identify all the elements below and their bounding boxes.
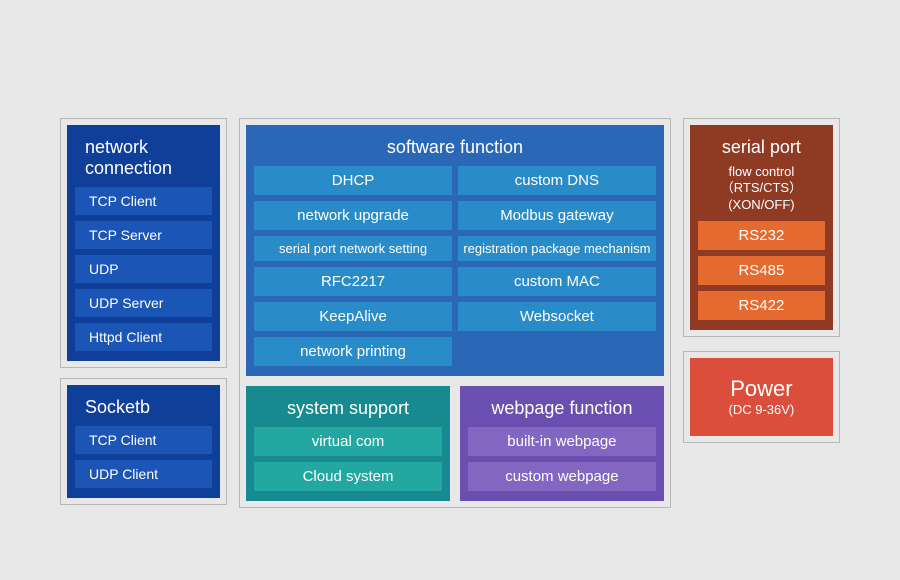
socketb-panel: Socketb TCP Client UDP Client: [67, 385, 220, 498]
system-item: virtual com: [254, 427, 442, 456]
serial-item: RS485: [698, 256, 825, 285]
power-panel: Power (DC 9-36V): [690, 358, 833, 436]
middle-column: software function DHCP custom DNS networ…: [239, 118, 671, 508]
network-panel: network connection TCP Client TCP Server…: [67, 125, 220, 361]
software-panel: software function DHCP custom DNS networ…: [246, 125, 664, 376]
system-item: Cloud system: [254, 462, 442, 491]
system-panel: system support virtual com Cloud system: [246, 386, 450, 501]
software-item: KeepAlive: [254, 302, 452, 331]
serial-frame: serial port flow control（RTS/CTS）(XON/OF…: [683, 118, 840, 337]
webpage-item: custom webpage: [468, 462, 656, 491]
webpage-item: built-in webpage: [468, 427, 656, 456]
diagram-stage: network connection TCP Client TCP Server…: [60, 118, 840, 508]
socketb-item: TCP Client: [75, 426, 212, 454]
network-frame: network connection TCP Client TCP Server…: [60, 118, 227, 368]
serial-item: RS232: [698, 221, 825, 250]
webpage-title: webpage function: [468, 394, 656, 421]
network-item: TCP Server: [75, 221, 212, 249]
software-item: serial port network setting: [254, 236, 452, 261]
serial-item: RS422: [698, 291, 825, 320]
socketb-item: UDP Client: [75, 460, 212, 488]
software-item: custom DNS: [458, 166, 656, 195]
network-item: TCP Client: [75, 187, 212, 215]
system-title: system support: [254, 394, 442, 421]
software-item: Modbus gateway: [458, 201, 656, 230]
socketb-frame: Socketb TCP Client UDP Client: [60, 378, 227, 505]
software-item: registration package mechanism: [458, 236, 656, 261]
software-title: software function: [254, 133, 656, 160]
serial-panel: serial port flow control（RTS/CTS）(XON/OF…: [690, 125, 833, 330]
network-item: Httpd Client: [75, 323, 212, 351]
webpage-panel: webpage function built-in webpage custom…: [460, 386, 664, 501]
middle-frame: software function DHCP custom DNS networ…: [239, 118, 671, 508]
software-item: Websocket: [458, 302, 656, 331]
software-item: network upgrade: [254, 201, 452, 230]
software-item: network printing: [254, 337, 452, 366]
socketb-title: Socketb: [75, 393, 212, 420]
software-item: custom MAC: [458, 267, 656, 296]
serial-title: serial port: [698, 133, 825, 160]
right-column: serial port flow control（RTS/CTS）(XON/OF…: [683, 118, 840, 443]
left-column: network connection TCP Client TCP Server…: [60, 118, 227, 505]
software-empty: [458, 337, 656, 366]
serial-subtitle: flow control（RTS/CTS）(XON/OFF): [698, 164, 825, 213]
software-item: RFC2217: [254, 267, 452, 296]
mid-bottom-row: system support virtual com Cloud system …: [246, 386, 664, 501]
power-frame: Power (DC 9-36V): [683, 351, 840, 443]
software-item: DHCP: [254, 166, 452, 195]
power-title: Power: [696, 372, 827, 404]
network-item: UDP: [75, 255, 212, 283]
power-subtitle: (DC 9-36V): [696, 402, 827, 418]
network-title: network connection: [75, 133, 212, 181]
network-item: UDP Server: [75, 289, 212, 317]
software-grid: DHCP custom DNS network upgrade Modbus g…: [254, 166, 656, 366]
